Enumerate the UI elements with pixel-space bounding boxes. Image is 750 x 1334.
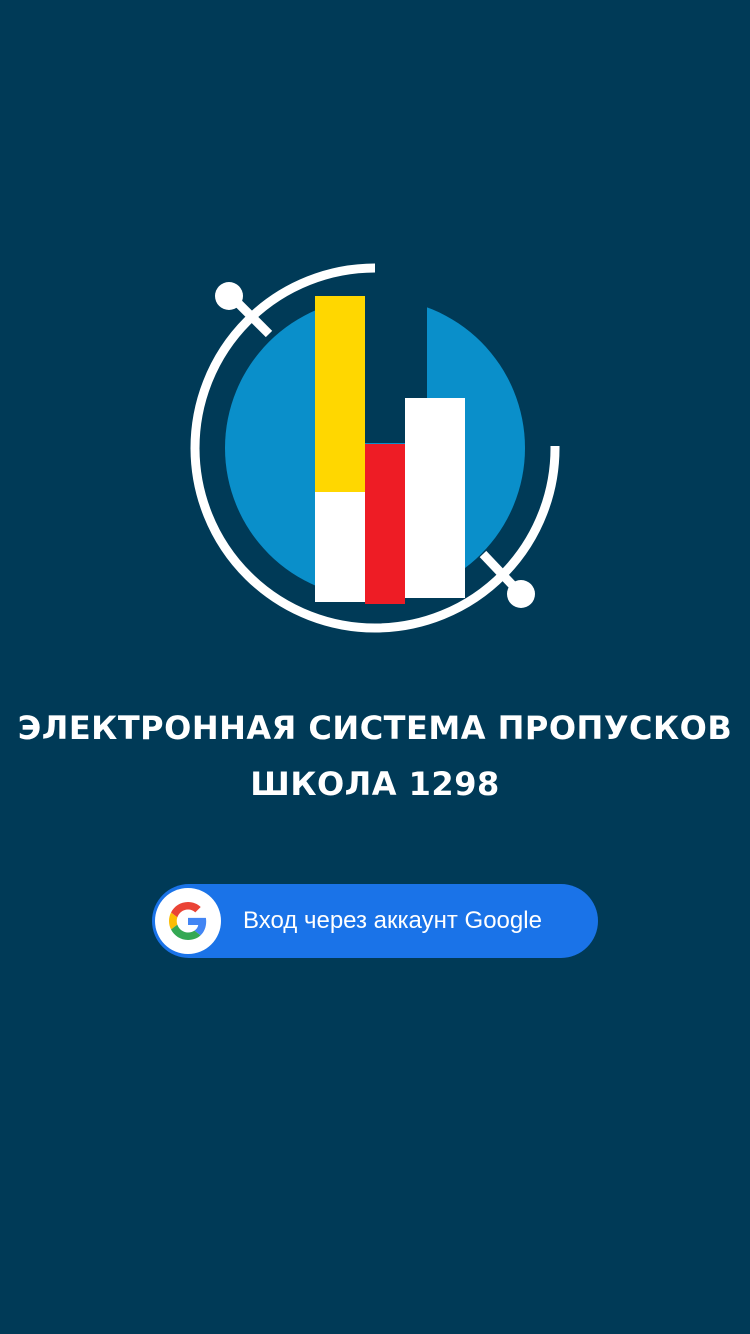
app-title-line-1: ЭЛЕКТРОННАЯ СИСТЕМА ПРОПУСКОВ xyxy=(17,709,733,747)
login-screen: ЭЛЕКТРОННАЯ СИСТЕМА ПРОПУСКОВ ШКОЛА 1298… xyxy=(0,0,750,1334)
google-sign-in-button[interactable]: Вход через аккаунт Google xyxy=(152,884,598,958)
google-g-icon xyxy=(155,888,221,954)
google-sign-in-label: Вход через аккаунт Google xyxy=(243,907,542,934)
app-title: ЭЛЕКТРОННАЯ СИСТЕМА ПРОПУСКОВ ШКОЛА 1298 xyxy=(0,700,750,812)
app-title-line-2: ШКОЛА 1298 xyxy=(250,765,500,803)
school-logo-icon xyxy=(185,258,565,638)
